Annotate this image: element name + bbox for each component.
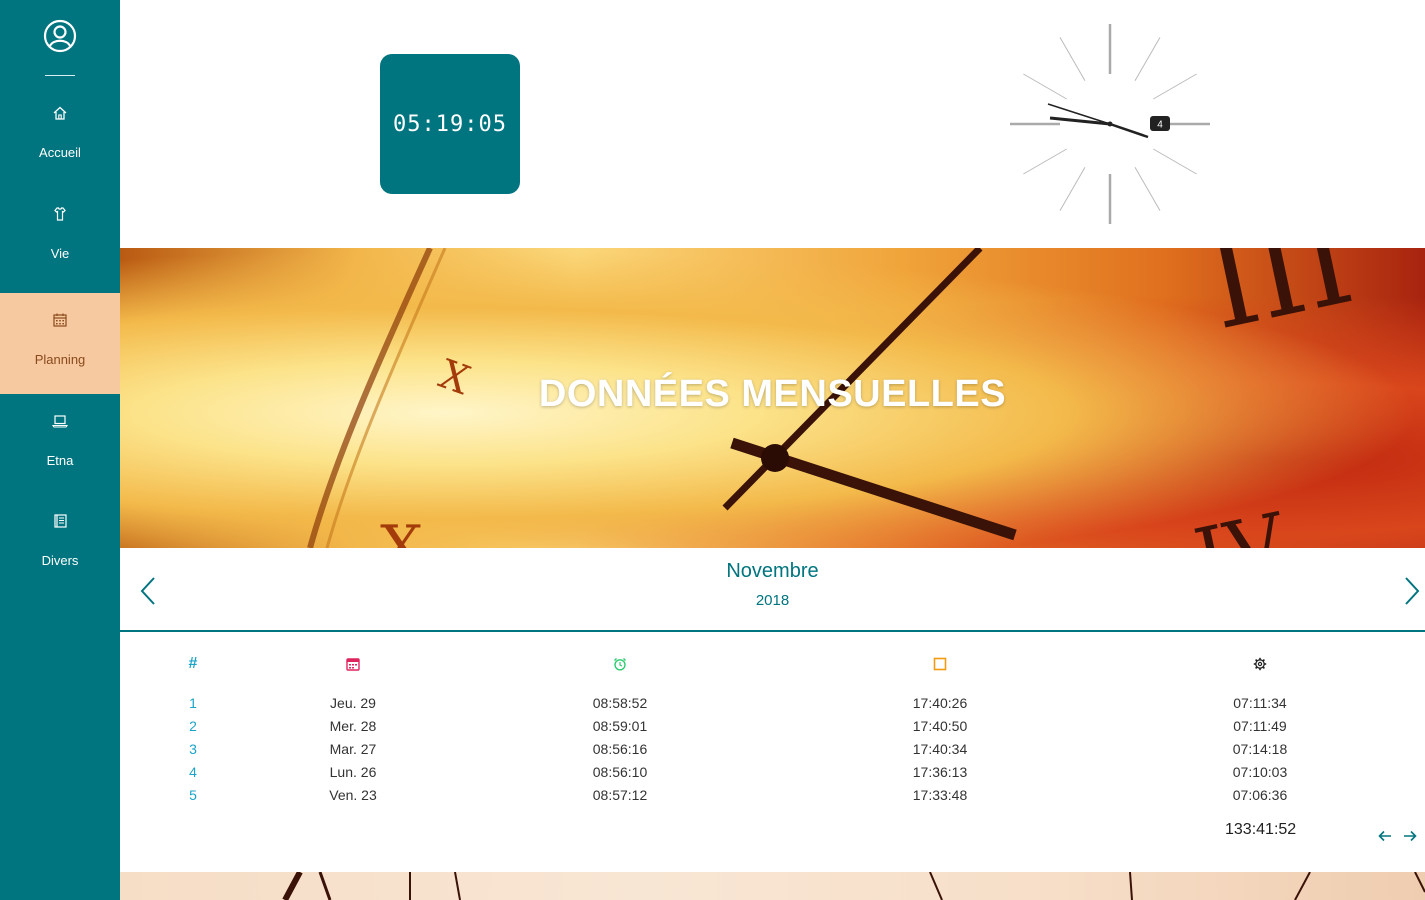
row-total: 07:14:18 bbox=[1232, 741, 1288, 757]
table-row: 3 Mar. 27 08:56:16 17:40:34 07:14:18 bbox=[120, 738, 1425, 761]
next-month-chevron-icon[interactable] bbox=[1402, 576, 1422, 606]
sidebar-item-label: Accueil bbox=[39, 145, 81, 160]
user-avatar-icon[interactable] bbox=[43, 19, 77, 53]
sidebar-item-etna[interactable]: Etna bbox=[0, 394, 120, 495]
sidebar: Accueil Vie Planning Etna Divers bbox=[0, 0, 120, 900]
row-date: Mer. 28 bbox=[329, 718, 377, 734]
banner-image: X III IV X DONNÉES MENSUELLES bbox=[120, 248, 1425, 548]
sidebar-item-label: Planning bbox=[34, 352, 86, 367]
row-date: Lun. 26 bbox=[329, 764, 377, 780]
calendar-icon bbox=[53, 313, 67, 327]
square-icon bbox=[933, 652, 947, 675]
svg-text:X: X bbox=[380, 513, 423, 548]
row-departure: 17:36:13 bbox=[912, 764, 968, 780]
row-arrival: 08:59:01 bbox=[592, 718, 648, 734]
book-icon bbox=[54, 514, 67, 528]
row-total: 07:06:36 bbox=[1232, 787, 1288, 803]
sidebar-item-label: Vie bbox=[50, 246, 70, 261]
sidebar-item-label: Etna bbox=[46, 453, 74, 468]
sidebar-item-divers[interactable]: Divers bbox=[0, 494, 120, 595]
clock-second-hand bbox=[1109, 122, 1149, 139]
month-name: Novembre bbox=[726, 560, 819, 582]
laptop-icon bbox=[51, 415, 69, 428]
row-arrival: 08:56:10 bbox=[592, 764, 648, 780]
svg-text:IV: IV bbox=[1187, 495, 1295, 548]
app-root: Accueil Vie Planning Etna Divers 05:19:0… bbox=[0, 0, 1425, 900]
table-row: 5 Ven. 23 08:57:12 17:33:48 07:06:36 bbox=[120, 784, 1425, 807]
row-total: 07:11:34 bbox=[1233, 695, 1287, 711]
row-date: Jeu. 29 bbox=[330, 695, 376, 711]
banner-title: DONNÉES MENSUELLES bbox=[538, 373, 1007, 415]
row-number: 3 bbox=[189, 741, 197, 757]
table-header: # bbox=[120, 652, 1425, 675]
table-row: 4 Lun. 26 08:56:10 17:36:13 07:10:03 bbox=[120, 761, 1425, 784]
digital-clock: 05:19:05 bbox=[380, 54, 520, 194]
total-hours: 133:41:52 bbox=[1225, 821, 1297, 838]
clock-date-text: 4 bbox=[1157, 120, 1163, 131]
sidebar-item-accueil[interactable]: Accueil bbox=[0, 86, 120, 187]
hash-icon: # bbox=[188, 655, 198, 672]
row-departure: 17:40:34 bbox=[912, 741, 968, 757]
analog-clock: 4 bbox=[1010, 24, 1210, 224]
row-departure: 17:40:26 bbox=[912, 695, 968, 711]
row-number: 5 bbox=[189, 787, 197, 803]
next-page-arrow-icon[interactable] bbox=[1402, 828, 1418, 844]
row-arrival: 08:57:12 bbox=[592, 787, 648, 803]
row-departure: 17:40:50 bbox=[912, 718, 968, 734]
row-number: 4 bbox=[189, 764, 197, 780]
row-total: 07:11:49 bbox=[1233, 718, 1287, 734]
row-arrival: 08:58:52 bbox=[592, 695, 648, 711]
table-row: 2 Mer. 28 08:59:01 17:40:50 07:11:49 bbox=[120, 715, 1425, 738]
row-number: 2 bbox=[189, 718, 197, 734]
gear-icon bbox=[1253, 652, 1267, 675]
table-row: 1 Jeu. 29 08:58:52 17:40:26 07:11:34 bbox=[120, 692, 1425, 715]
row-arrival: 08:56:16 bbox=[592, 741, 648, 757]
row-total: 07:10:03 bbox=[1232, 764, 1288, 780]
svg-text:III: III bbox=[1196, 248, 1364, 357]
alarm-clock-icon bbox=[613, 652, 627, 675]
calendar-header-icon bbox=[346, 652, 360, 675]
sidebar-item-planning[interactable]: Planning bbox=[0, 293, 120, 394]
year: 2018 bbox=[755, 592, 790, 609]
row-date: Ven. 23 bbox=[329, 787, 377, 803]
bottom-decorative-image bbox=[120, 872, 1425, 900]
shirt-icon bbox=[54, 207, 66, 221]
row-number: 1 bbox=[189, 695, 197, 711]
sidebar-item-vie[interactable]: Vie bbox=[0, 187, 120, 288]
row-date: Mar. 27 bbox=[329, 741, 377, 757]
row-departure: 17:33:48 bbox=[912, 787, 968, 803]
sidebar-item-label: Divers bbox=[41, 553, 79, 568]
previous-page-arrow-icon[interactable] bbox=[1377, 828, 1393, 844]
sidebar-divider bbox=[45, 75, 75, 76]
home-icon bbox=[53, 106, 67, 120]
month-navigation: Novembre 2018 bbox=[120, 548, 1425, 632]
